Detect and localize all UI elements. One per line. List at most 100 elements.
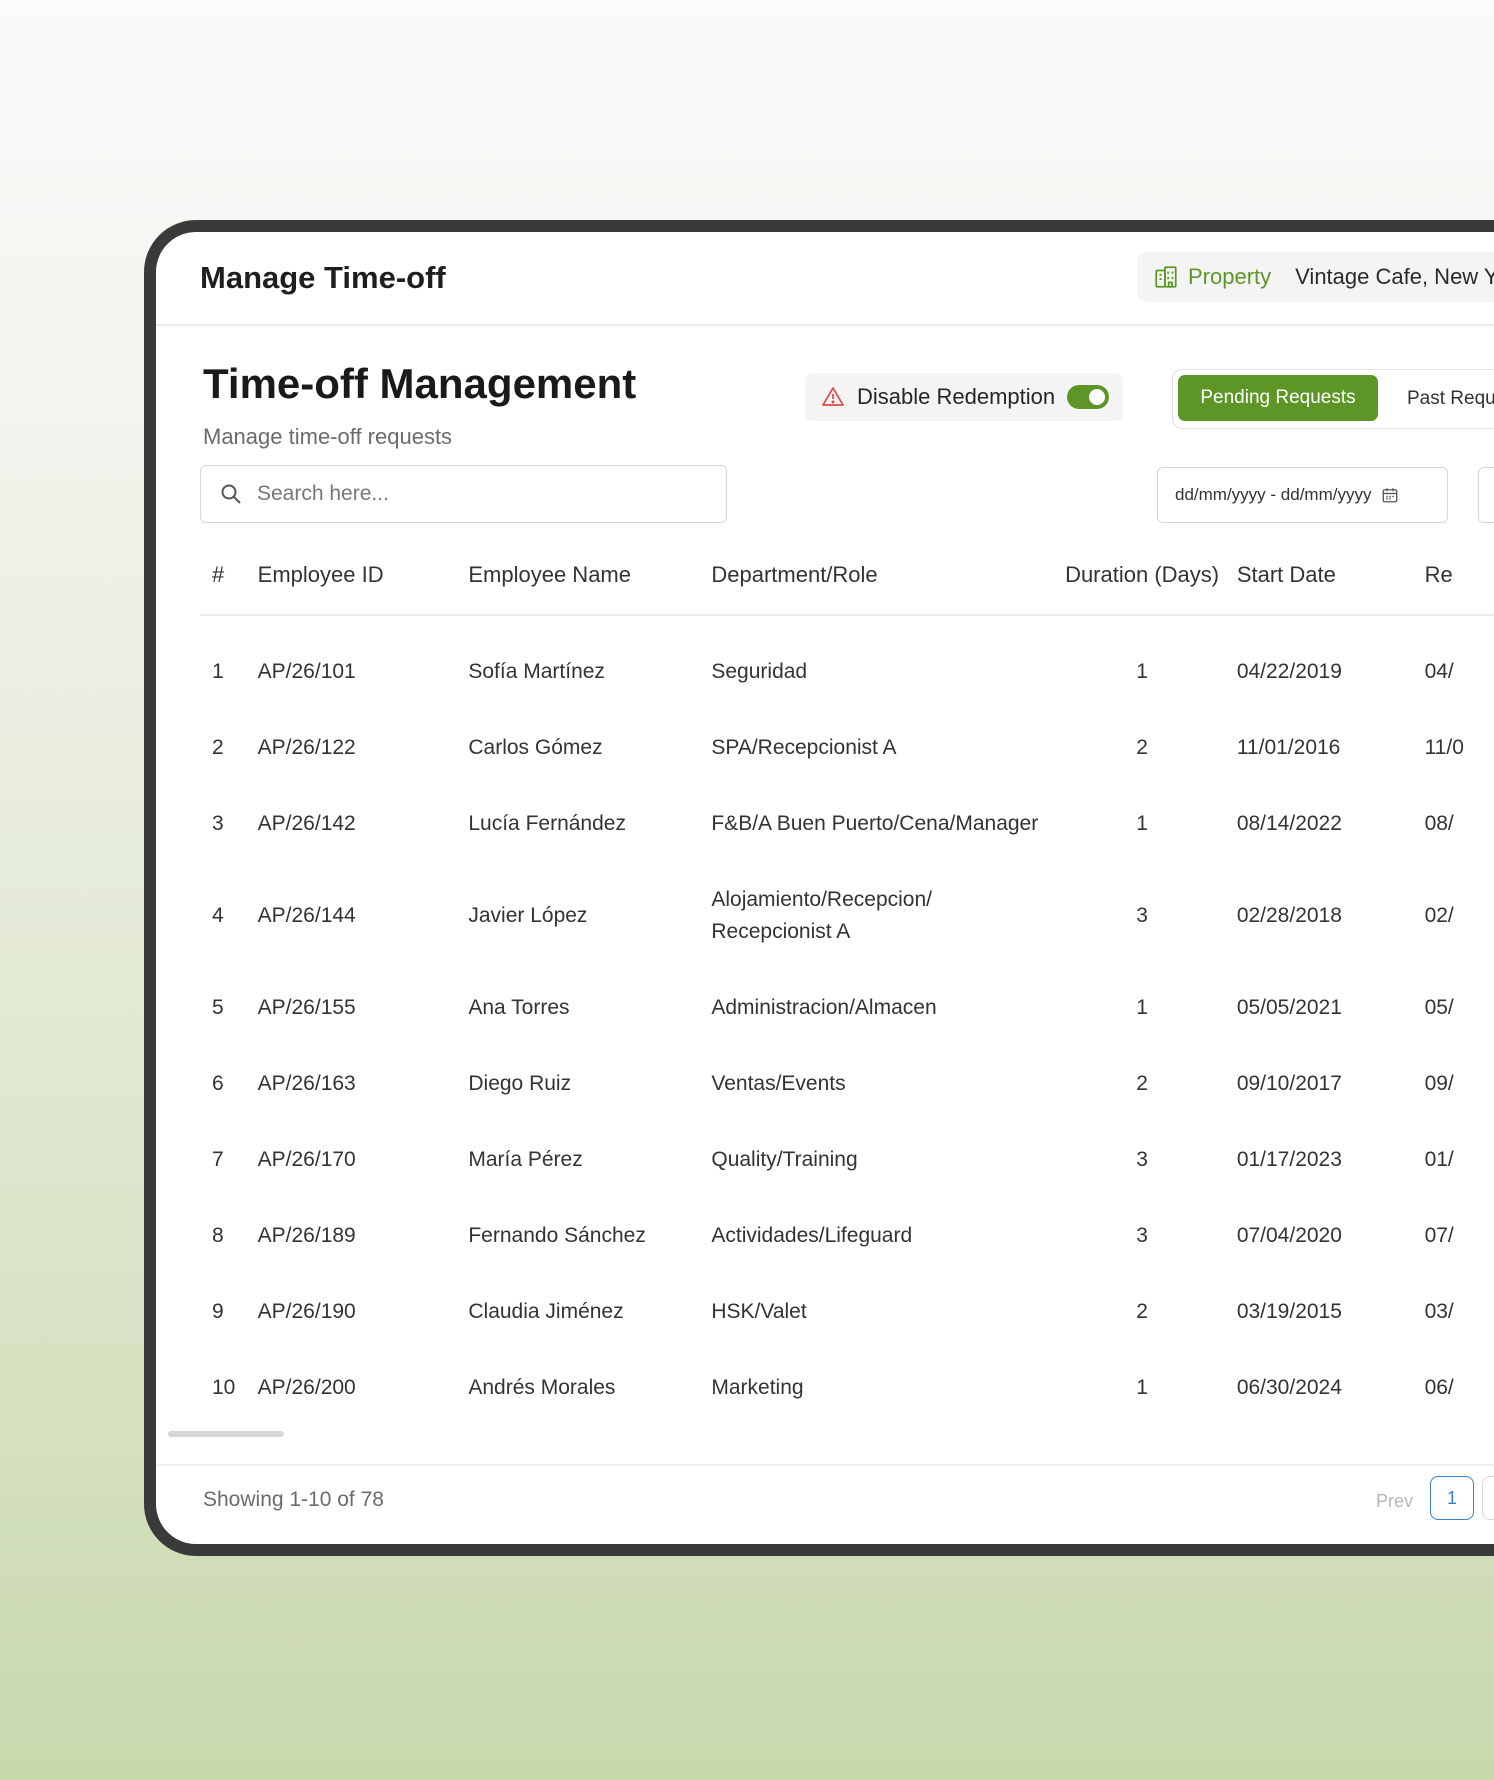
duration-days: 3	[1136, 1148, 1148, 1171]
column-header-employee-id[interactable]: Employee ID	[257, 536, 469, 616]
column-header-employee-name[interactable]: Employee Name	[468, 536, 712, 616]
employee-id-link[interactable]: AP/26/122	[258, 710, 469, 786]
page-1-button[interactable]: 1	[1430, 1476, 1474, 1520]
department-role: Seguridad	[711, 634, 1047, 710]
employee-id-link[interactable]: AP/26/144	[258, 862, 469, 970]
duration-days: 1	[1136, 1376, 1148, 1399]
department-role-text: F&B/A Buen Puerto/Cena/Manager	[711, 812, 1039, 835]
table-row[interactable]: 1 AP/26/101 Sofía Martínez Seguridad 1 0…	[200, 634, 1494, 710]
pagination-summary: Showing 1-10 of 78	[203, 1488, 384, 1511]
table-row[interactable]: 2 AP/26/122 Carlos Gómez SPA/Recepcionis…	[200, 710, 1494, 786]
department-role: Actividades/Lifeguard	[711, 1198, 1047, 1274]
property-selector[interactable]: Property Vintage Cafe, New Y	[1137, 252, 1494, 302]
employee-id-link[interactable]: AP/26/101	[258, 634, 469, 710]
disable-redemption-toggle[interactable]	[1067, 385, 1110, 409]
top-bar: Manage Time-off Property Vintage Cafe, N…	[156, 232, 1494, 326]
table-row[interactable]: 8 AP/26/189 Fernando Sánchez Actividades…	[200, 1198, 1494, 1274]
employee-id-link[interactable]: AP/26/189	[258, 1198, 469, 1274]
department-role-text: Actividades/Lifeguard	[711, 1224, 913, 1247]
return-date: 01/	[1424, 1148, 1454, 1171]
page-subtitle: Manage time-off requests	[203, 424, 453, 449]
filter-control[interactable]	[1478, 467, 1494, 523]
employee-name: Sofía Martínez	[468, 660, 605, 683]
row-number: 1	[212, 660, 224, 683]
table-row[interactable]: 9 AP/26/190 Claudia Jiménez HSK/Valet 2 …	[200, 1274, 1494, 1350]
department-role: F&B/A Buen Puerto/Cena/Manager	[711, 786, 1047, 862]
start-date: 03/19/2015	[1236, 1300, 1342, 1323]
employee-name: María Pérez	[468, 1148, 583, 1171]
start-date: 04/22/2019	[1236, 660, 1342, 683]
department-role: HSK/Valet	[711, 1274, 1047, 1350]
disable-redemption-label: Disable Redemption	[857, 384, 1056, 409]
page-2-button[interactable]: 2	[1482, 1476, 1494, 1520]
row-number: 2	[212, 736, 224, 759]
table-row[interactable]: 7 AP/26/170 María Pérez Quality/Training…	[200, 1122, 1494, 1198]
start-date: 09/10/2017	[1236, 1072, 1342, 1095]
department-role-text: SPA/Recepcionist A	[711, 736, 897, 759]
return-date: 09/	[1424, 1072, 1454, 1095]
request-tabs: Pending Requests Past Requ	[1172, 369, 1494, 429]
start-date: 02/28/2018	[1236, 904, 1342, 927]
employee-name: Ana Torres	[468, 996, 570, 1019]
horizontal-scrollbar[interactable]	[168, 1431, 284, 1437]
return-date: 08/	[1424, 812, 1454, 835]
footer-divider	[156, 1464, 1494, 1466]
search-icon	[219, 482, 243, 506]
column-header-return-date[interactable]: Re	[1424, 536, 1494, 616]
duration-days: 1	[1136, 996, 1148, 1019]
employee-name: Carlos Gómez	[468, 736, 603, 759]
column-header-number[interactable]: #	[200, 536, 258, 616]
warning-triangle-icon	[821, 385, 845, 409]
return-date: 05/	[1424, 996, 1454, 1019]
department-role-text: Quality/Training	[711, 1148, 858, 1171]
employee-id-link[interactable]: AP/26/155	[258, 970, 469, 1046]
property-value: Vintage Cafe, New Y	[1295, 264, 1494, 289]
row-number: 8	[212, 1224, 224, 1247]
employee-id-link[interactable]: AP/26/170	[258, 1122, 469, 1198]
start-date: 01/17/2023	[1236, 1148, 1342, 1171]
department-role-text: Seguridad	[711, 660, 808, 683]
table-row[interactable]: 5 AP/26/155 Ana Torres Administracion/Al…	[200, 970, 1494, 1046]
employee-id-link[interactable]: AP/26/190	[258, 1274, 469, 1350]
department-role-text: Alojamiento/Recepcion/ Recepcionist A	[711, 888, 932, 943]
app-title: Manage Time-off	[200, 260, 446, 295]
duration-days: 1	[1136, 660, 1148, 683]
row-number: 10	[212, 1376, 236, 1399]
time-off-table: # Employee ID Employee Name Department/R…	[200, 536, 1494, 1426]
employee-id-link[interactable]: AP/26/163	[258, 1046, 469, 1122]
property-label: Property	[1188, 264, 1272, 289]
tab-pending-requests[interactable]: Pending Requests	[1178, 375, 1378, 421]
tab-past-requests[interactable]: Past Requ	[1407, 388, 1494, 410]
row-number: 6	[212, 1072, 224, 1095]
employee-id-link[interactable]: AP/26/200	[258, 1350, 469, 1426]
start-date: 08/14/2022	[1236, 812, 1342, 835]
prev-page-button[interactable]: Prev	[1376, 1491, 1413, 1512]
employee-name: Fernando Sánchez	[468, 1224, 646, 1247]
department-role-text: Marketing	[711, 1376, 804, 1399]
table-row[interactable]: 3 AP/26/142 Lucía Fernández F&B/A Buen P…	[200, 786, 1494, 862]
employee-id-link[interactable]: AP/26/142	[258, 786, 469, 862]
column-header-department-role[interactable]: Department/Role	[711, 536, 1048, 616]
start-date: 07/04/2020	[1236, 1224, 1342, 1247]
department-role-text: Administracion/Almacen	[711, 996, 937, 1019]
start-date: 05/05/2021	[1236, 996, 1342, 1019]
column-header-start-date[interactable]: Start Date	[1236, 536, 1425, 616]
date-range-picker[interactable]: dd/mm/yyyy - dd/mm/yyyy	[1157, 467, 1448, 523]
start-date: 06/30/2024	[1236, 1376, 1342, 1399]
table-row[interactable]: 6 AP/26/163 Diego Ruiz Ventas/Events 2 0…	[200, 1046, 1494, 1122]
search-input[interactable]	[255, 481, 699, 507]
return-date: 02/	[1424, 904, 1454, 927]
return-date: 06/	[1424, 1376, 1454, 1399]
employee-name: Diego Ruiz	[468, 1072, 572, 1095]
row-number: 9	[212, 1300, 224, 1323]
table-row[interactable]: 4 AP/26/144 Javier López Alojamiento/Rec…	[200, 862, 1494, 970]
return-date: 07/	[1424, 1224, 1454, 1247]
column-header-duration[interactable]: Duration (Days)	[1047, 536, 1237, 616]
department-role-text: HSK/Valet	[711, 1300, 807, 1323]
row-number: 5	[212, 996, 224, 1019]
table-header-row: # Employee ID Employee Name Department/R…	[200, 536, 1494, 616]
employee-name: Lucía Fernández	[468, 812, 626, 835]
table-row[interactable]: 10 AP/26/200 Andrés Morales Marketing 1 …	[200, 1350, 1494, 1426]
employee-name: Javier López	[468, 904, 588, 927]
start-date: 11/01/2016	[1236, 736, 1341, 759]
